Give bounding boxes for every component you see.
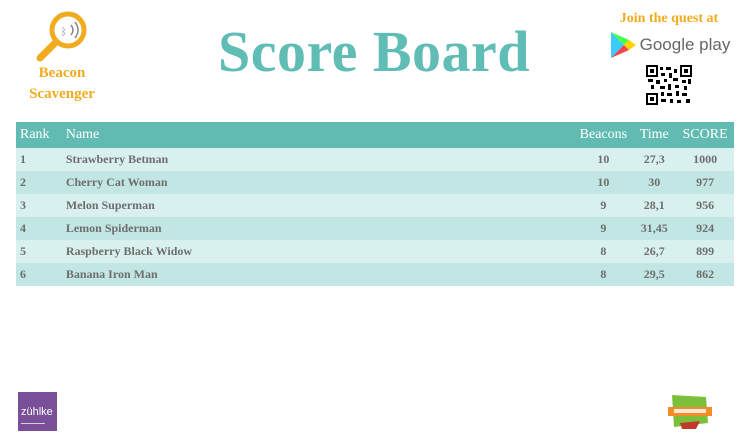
col-score[interactable]: SCORE <box>676 122 734 148</box>
table-row: 1 Strawberry Betman 10 27,3 1000 <box>16 148 734 171</box>
score-cell: 977 <box>696 175 715 189</box>
col-beacons[interactable]: Beacons <box>574 122 632 148</box>
beacons-cell: 9 <box>600 198 607 212</box>
beacons-cell: 10 <box>597 175 610 189</box>
rank-cell: 6 <box>20 267 26 281</box>
name-cell: Banana Iron Man <box>65 267 158 281</box>
col-rank[interactable]: Rank <box>16 122 64 148</box>
beacons-cell: 10 <box>597 152 610 166</box>
time-cell: 28,1 <box>643 198 665 212</box>
table-header-row: Rank Name Beacons Time SCORE <box>16 122 734 148</box>
score-cell: 1000 <box>693 152 718 166</box>
name-cell: Strawberry Betman <box>65 152 169 166</box>
name-cell: Raspberry Black Widow <box>65 244 193 258</box>
rank-cell: 2 <box>20 175 26 189</box>
score-cell: 924 <box>696 221 715 235</box>
name-cell: Cherry Cat Woman <box>65 175 168 189</box>
time-cell: 30 <box>648 175 661 189</box>
rank-cell: 3 <box>20 198 26 212</box>
app-name-line2: Scavenger <box>29 86 95 102</box>
time-cell: 27,3 <box>643 152 665 166</box>
rank-cell: 5 <box>20 244 26 258</box>
time-cell: 26,7 <box>643 244 665 258</box>
beacons-cell: 8 <box>600 244 607 258</box>
name-cell: Melon Superman <box>65 198 155 212</box>
sponsor-logo-text: zühlke <box>21 406 53 418</box>
table-row: 4 Lemon Spiderman 9 31,45 924 <box>16 217 734 240</box>
score-cell: 899 <box>696 244 715 258</box>
promo-text: Join the quest at <box>619 11 719 26</box>
rank-cell: 4 <box>20 221 26 235</box>
sponsor-logo-stripe: ▬▬▬▬▬▬▬▬ <box>21 421 45 425</box>
col-time[interactable]: Time <box>632 122 676 148</box>
google-play-badge[interactable]: Google play <box>604 31 734 59</box>
partner-logo-icon <box>668 395 712 429</box>
qr-code-icon[interactable] <box>646 65 692 105</box>
col-name[interactable]: Name <box>64 122 575 148</box>
beacons-cell: 8 <box>600 267 607 281</box>
sponsor-logo: zühlke ▬▬▬▬▬▬▬▬ <box>18 392 57 431</box>
score-table: Rank Name Beacons Time SCORE 1 Strawberr… <box>16 122 734 286</box>
time-cell: 29,5 <box>643 267 665 281</box>
promo-block: Join the quest at Google play <box>604 11 734 110</box>
table-row: 5 Raspberry Black Widow 8 26,7 899 <box>16 240 734 263</box>
name-cell: Lemon Spiderman <box>65 221 162 235</box>
table-row: 3 Melon Superman 9 28,1 956 <box>16 194 734 217</box>
score-cell: 956 <box>696 198 715 212</box>
table-row: 2 Cherry Cat Woman 10 30 977 <box>16 171 734 194</box>
rank-cell: 1 <box>20 152 26 166</box>
beacons-cell: 9 <box>600 221 607 235</box>
table-row: 6 Banana Iron Man 8 29,5 862 <box>16 263 734 286</box>
time-cell: 31,45 <box>640 221 668 235</box>
score-cell: 862 <box>696 267 715 281</box>
google-play-icon <box>610 32 636 58</box>
store-label: Google play <box>639 35 731 54</box>
